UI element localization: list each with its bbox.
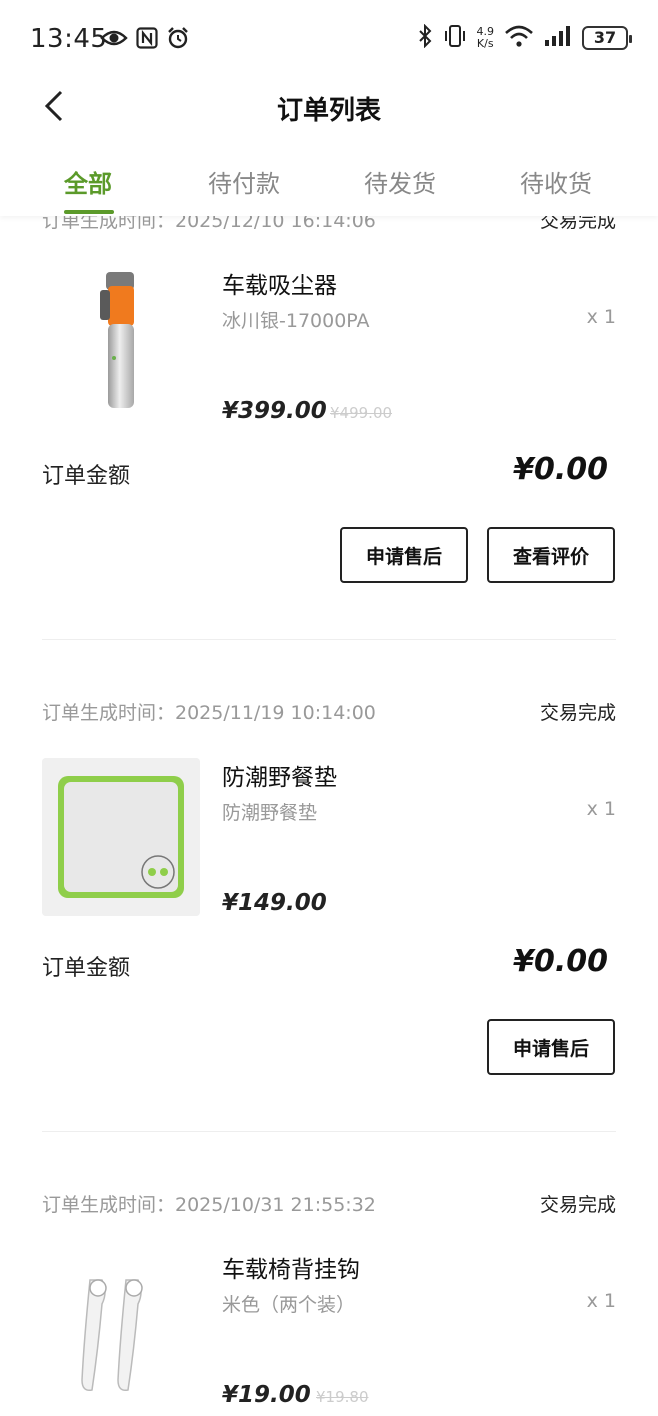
- order-meta: 订单生成时间：2025/12/10 16:14:06 交易完成: [42, 216, 616, 236]
- order-status: 交易完成: [539, 216, 616, 232]
- product-quantity: x 1: [586, 798, 616, 820]
- product-name: 防潮野餐垫: [222, 765, 337, 791]
- vibrate-icon: [443, 24, 467, 52]
- order-status: 交易完成: [539, 1194, 616, 1216]
- product-quantity: x 1: [586, 306, 616, 328]
- status-time: 13:45: [30, 24, 108, 54]
- after-sales-button[interactable]: 申请售后: [340, 527, 468, 583]
- order-list[interactable]: 订单生成时间：2025/12/10 16:14:06 交易完成 车载吸尘器 冰川…: [0, 216, 658, 1416]
- order-total-value: ¥0.00: [513, 452, 608, 487]
- after-sales-button[interactable]: 申请售后: [487, 1019, 615, 1075]
- order-total-value: ¥0.00: [513, 944, 608, 979]
- order-tabs: 全部 待付款 待发货 待收货: [0, 150, 658, 216]
- picnic-mat-image[interactable]: [42, 758, 200, 916]
- original-price: ¥19.80: [316, 1388, 369, 1406]
- tab-pending-receipt[interactable]: 待收货: [520, 164, 592, 199]
- wifi-icon: [504, 24, 534, 52]
- original-price: ¥499.00: [330, 404, 393, 422]
- product-quantity: x 1: [586, 1290, 616, 1312]
- status-bar: 13:45 4.9 K/s 37: [0, 0, 658, 80]
- order-total-label: 订单金额: [42, 464, 131, 489]
- product-price: ¥19.00: [222, 1382, 311, 1408]
- bluetooth-icon: [417, 23, 433, 52]
- product-variant: 冰川银-17000PA: [222, 310, 370, 332]
- signal-icon: [544, 25, 572, 51]
- net-speed: 4.9 K/s: [476, 25, 495, 50]
- battery-indicator: 37: [582, 26, 632, 50]
- order-divider: [42, 639, 616, 640]
- order-status: 交易完成: [539, 702, 616, 724]
- product-variant: 米色（两个装）: [222, 1294, 356, 1316]
- product-price: ¥399.00: [222, 398, 327, 424]
- tab-pending-payment[interactable]: 待付款: [208, 164, 280, 199]
- app-header: 订单列表: [0, 80, 658, 140]
- product-name: 车载椅背挂钩: [222, 1257, 360, 1283]
- order-total-label: 订单金额: [42, 956, 131, 981]
- product-name: 车载吸尘器: [222, 273, 337, 299]
- order-divider: [42, 1131, 616, 1132]
- seat-hook-image[interactable]: [42, 1250, 200, 1408]
- product-price: ¥149.00: [222, 890, 327, 916]
- order-time: 订单生成时间：2025/11/19 10:14:00: [42, 702, 376, 724]
- status-left-icons: [100, 26, 190, 54]
- order-meta: 订单生成时间：2025/10/31 21:55:32 交易完成: [42, 1190, 616, 1220]
- tab-pending-shipment[interactable]: 待发货: [364, 164, 436, 199]
- view-review-button[interactable]: 查看评价: [487, 527, 615, 583]
- status-right-icons: 4.9 K/s 37: [417, 23, 632, 52]
- order-time: 订单生成时间：2025/12/10 16:14:06: [42, 216, 376, 232]
- alarm-icon: [166, 26, 190, 54]
- active-tab-indicator: [64, 210, 114, 214]
- order-meta: 订单生成时间：2025/11/19 10:14:00 交易完成: [42, 698, 616, 728]
- page-title: 订单列表: [276, 96, 381, 126]
- nfc-icon: [136, 27, 158, 53]
- order-time: 订单生成时间：2025/10/31 21:55:32: [42, 1194, 376, 1216]
- tab-all[interactable]: 全部: [64, 164, 112, 199]
- eye-icon: [100, 28, 128, 52]
- product-variant: 防潮野餐垫: [222, 802, 318, 824]
- vacuum-image[interactable]: [42, 256, 200, 414]
